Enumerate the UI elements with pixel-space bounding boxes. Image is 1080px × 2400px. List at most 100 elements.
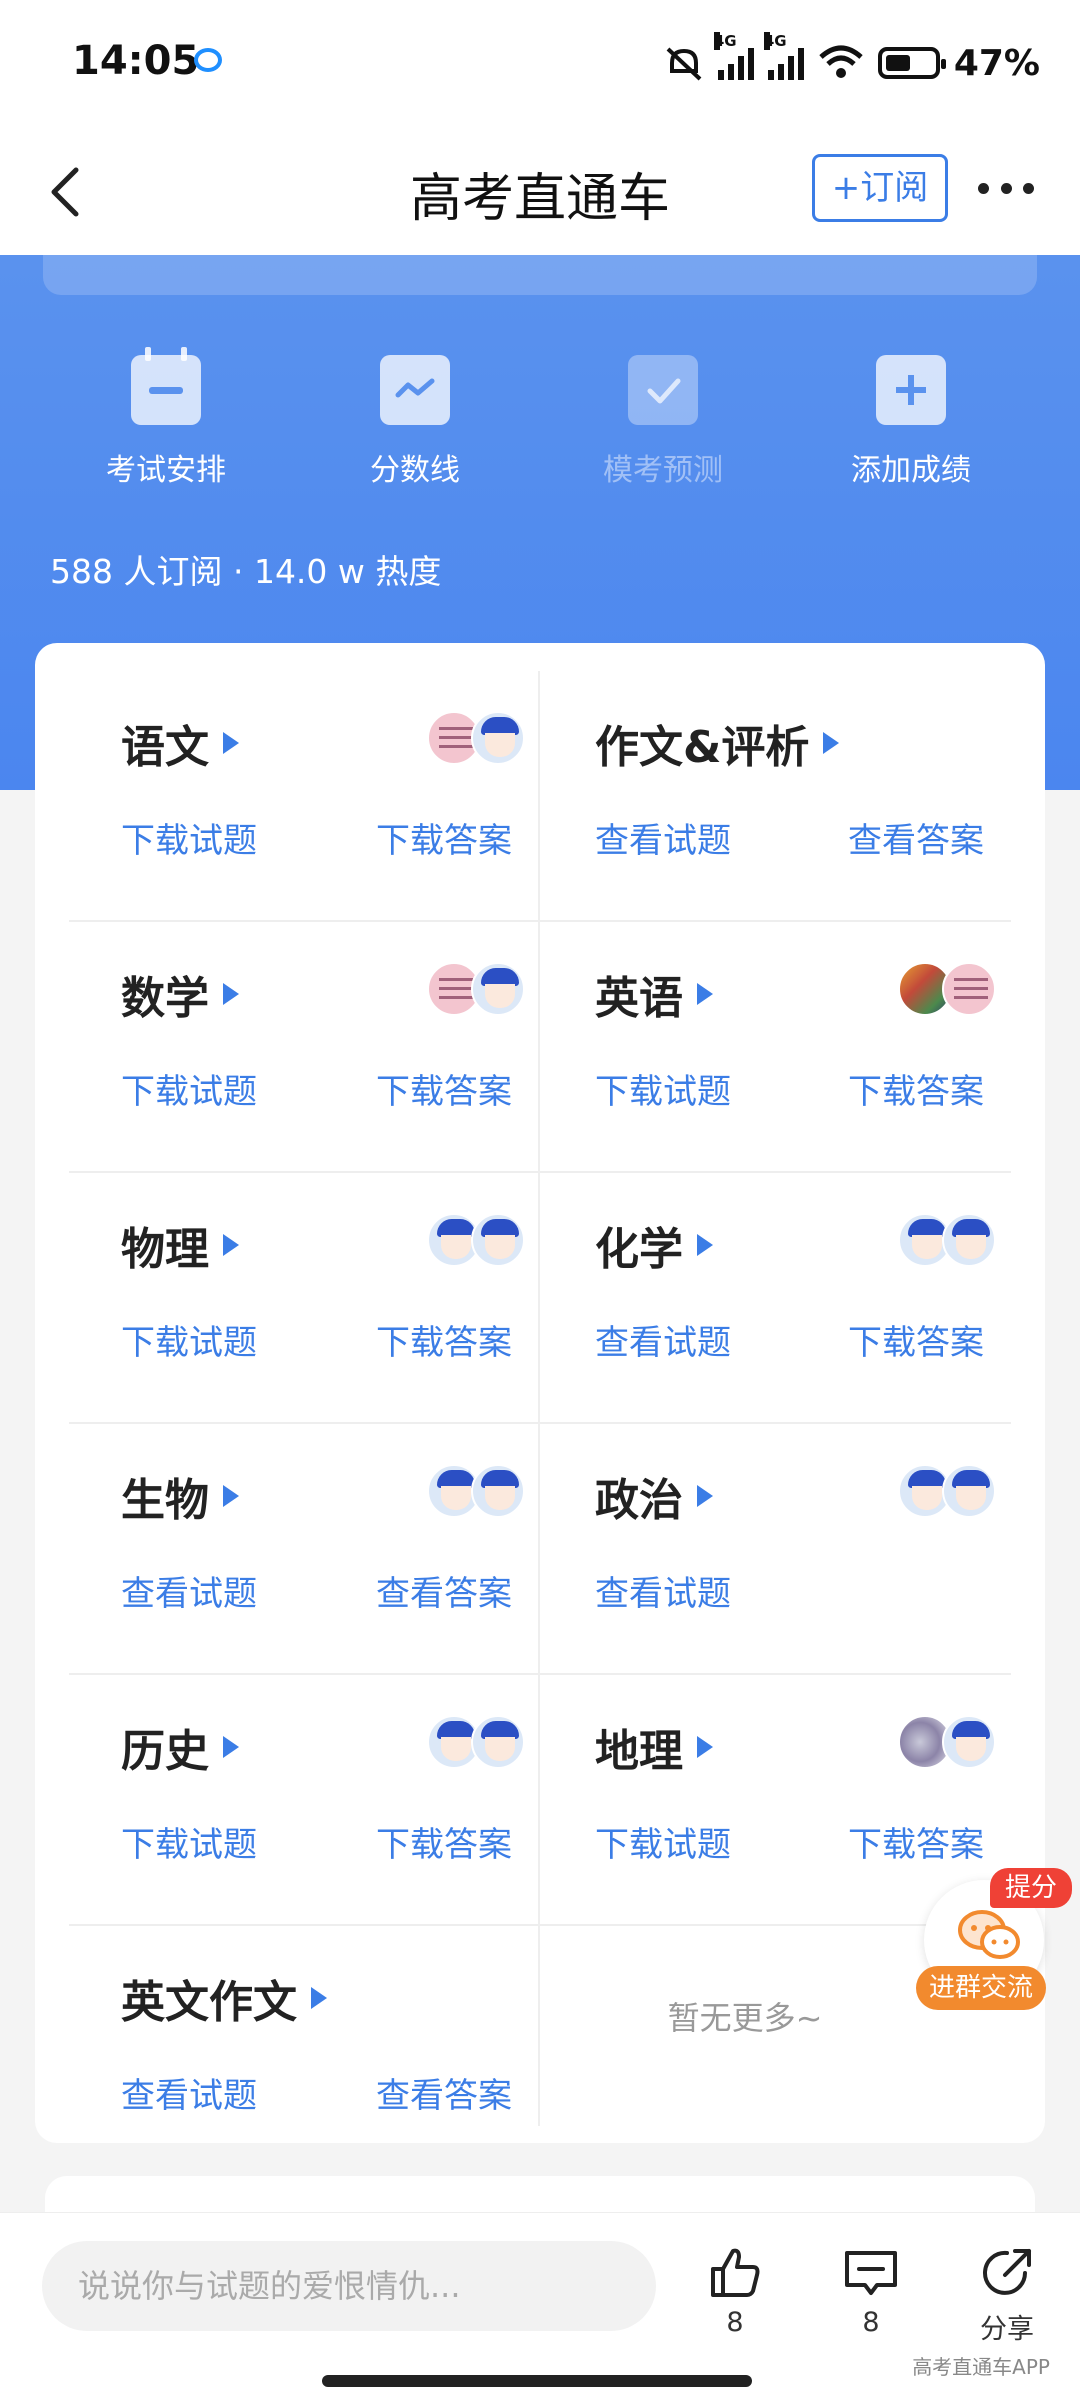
action-label: 分数线 — [370, 453, 460, 488]
avatar-group — [427, 1464, 527, 1520]
avatar — [942, 1213, 996, 1267]
signal-1-icon: 4G — [713, 32, 754, 80]
subject-cell-math: 数学 下载试题 下载答案 — [69, 922, 540, 1173]
status-bar: 14:05 4G 4G 47% — [0, 0, 1080, 128]
view-questions-link[interactable]: 查看试题 — [121, 2068, 257, 2117]
chat-bubble-status-icon — [194, 48, 222, 72]
avatar — [942, 962, 996, 1016]
view-questions-link[interactable]: 查看试题 — [595, 1566, 731, 1615]
download-answers-link[interactable]: 下载答案 — [848, 1064, 984, 1113]
play-arrow-icon — [697, 1485, 713, 1507]
view-questions-link[interactable]: 查看试题 — [121, 1566, 257, 1615]
download-answers-link[interactable]: 下载答案 — [376, 813, 512, 862]
comment-input[interactable] — [42, 2241, 656, 2331]
subject-title[interactable]: 历史 — [121, 1715, 239, 1779]
subjects-card: 语文 下载试题 下载答案 作文&评析 查看试题 查看答案 数学 下载试题 下载答… — [35, 643, 1045, 2143]
play-arrow-icon — [311, 1987, 327, 2009]
action-exam-schedule[interactable]: 考试安排 — [66, 347, 266, 489]
nav-bar: 高考直通车 +订阅 — [0, 128, 1080, 255]
app-watermark: 高考直通车APP — [912, 2355, 1050, 2379]
thumbs-up-icon — [711, 2248, 760, 2297]
subject-name: 化学 — [595, 1224, 683, 1275]
subject-title[interactable]: 数学 — [121, 962, 239, 1026]
play-arrow-icon — [823, 732, 840, 754]
subscribe-button[interactable]: +订阅 — [812, 154, 948, 222]
network-type-2: 4G — [763, 32, 787, 50]
action-label: 添加成绩 — [851, 453, 971, 488]
home-indicator[interactable] — [322, 2375, 752, 2387]
avatar-group — [427, 1213, 527, 1269]
subject-name: 英文作文 — [121, 1977, 297, 2028]
more-options-icon[interactable] — [978, 183, 1034, 197]
join-group-button[interactable]: 提分 进群交流 — [916, 1868, 1072, 2010]
action-mock-prediction: 模考预测 — [563, 355, 763, 489]
download-answers-link[interactable]: 下载答案 — [376, 1315, 512, 1364]
subject-name: 语文 — [121, 722, 209, 773]
action-add-score[interactable]: 添加成绩 — [811, 355, 1011, 489]
subject-title[interactable]: 语文 — [121, 711, 239, 775]
action-label: 考试安排 — [106, 453, 226, 488]
subject-name: 英语 — [595, 973, 683, 1024]
like-button[interactable]: 8 — [690, 2245, 780, 2338]
signal-2-icon: 4G — [763, 32, 804, 80]
subject-title[interactable]: 物理 — [121, 1213, 239, 1277]
subject-title[interactable]: 生物 — [121, 1464, 239, 1528]
download-answers-link[interactable]: 下载答案 — [848, 1817, 984, 1866]
avatar-group — [898, 1715, 998, 1771]
avatar — [942, 1715, 996, 1769]
network-type-1: 4G — [713, 32, 737, 50]
subject-title[interactable]: 政治 — [595, 1464, 713, 1528]
view-answers-link[interactable]: 查看答案 — [376, 2068, 512, 2117]
download-questions-link[interactable]: 下载试题 — [595, 1064, 731, 1113]
avatar — [942, 1464, 996, 1518]
subject-cell-biology: 生物 查看试题 查看答案 — [69, 1424, 540, 1675]
download-questions-link[interactable]: 下载试题 — [121, 1315, 257, 1364]
subject-name: 物理 — [121, 1224, 209, 1275]
avatar — [471, 1213, 525, 1267]
view-questions-link[interactable]: 查看试题 — [595, 1315, 731, 1364]
wifi-icon — [819, 45, 863, 78]
play-arrow-icon — [697, 983, 713, 1005]
view-answers-link[interactable]: 查看答案 — [376, 1566, 512, 1615]
subject-title[interactable]: 作文&评析 — [595, 711, 840, 775]
action-score-line[interactable]: 分数线 — [315, 355, 515, 489]
plus-icon — [876, 355, 946, 425]
download-answers-link[interactable]: 下载答案 — [848, 1315, 984, 1364]
mute-icon — [666, 47, 702, 81]
comment-count: 8 — [862, 2307, 880, 2338]
subject-name: 生物 — [121, 1475, 209, 1526]
play-arrow-icon — [223, 1736, 239, 1758]
download-questions-link[interactable]: 下载试题 — [595, 1817, 731, 1866]
share-icon — [983, 2249, 1031, 2295]
screen: 14:05 4G 4G 47% 高考直通车 +订阅 考试安排 分数线 模考预测 … — [0, 0, 1080, 2400]
subject-name: 政治 — [595, 1475, 683, 1526]
download-questions-link[interactable]: 下载试题 — [121, 813, 257, 862]
bottom-bar: 8 8 分享 高考直通车APP — [0, 2212, 1080, 2400]
download-answers-link[interactable]: 下载答案 — [376, 1064, 512, 1113]
view-answers-link[interactable]: 查看答案 — [848, 813, 984, 862]
hero-top-bar — [43, 255, 1037, 295]
share-button[interactable]: 分享 — [962, 2245, 1052, 2346]
subject-title[interactable]: 英文作文 — [121, 1966, 327, 2030]
subject-cell-chemistry: 化学 查看试题 下载答案 — [540, 1173, 1011, 1424]
share-label: 分享 — [980, 2314, 1034, 2345]
battery-percent: 47% — [953, 42, 1040, 84]
download-questions-link[interactable]: 下载试题 — [121, 1064, 257, 1113]
like-count: 8 — [726, 2307, 744, 2338]
subscription-info: 588 人订阅 · 14.0 w 热度 — [50, 552, 442, 591]
play-arrow-icon — [697, 1736, 713, 1758]
download-questions-link[interactable]: 下载试题 — [121, 1817, 257, 1866]
view-questions-link[interactable]: 查看试题 — [595, 813, 731, 862]
subject-title[interactable]: 化学 — [595, 1213, 713, 1277]
checklist-icon — [628, 355, 698, 425]
action-label: 模考预测 — [603, 453, 723, 488]
subject-title[interactable]: 地理 — [595, 1715, 713, 1779]
subject-title[interactable]: 英语 — [595, 962, 713, 1026]
join-group-label: 进群交流 — [916, 1966, 1046, 2010]
play-arrow-icon — [223, 983, 239, 1005]
download-answers-link[interactable]: 下载答案 — [376, 1817, 512, 1866]
avatar-group — [427, 1715, 527, 1771]
subject-name: 数学 — [121, 973, 209, 1024]
comment-button[interactable]: 8 — [826, 2245, 916, 2338]
subject-name: 地理 — [595, 1726, 683, 1777]
